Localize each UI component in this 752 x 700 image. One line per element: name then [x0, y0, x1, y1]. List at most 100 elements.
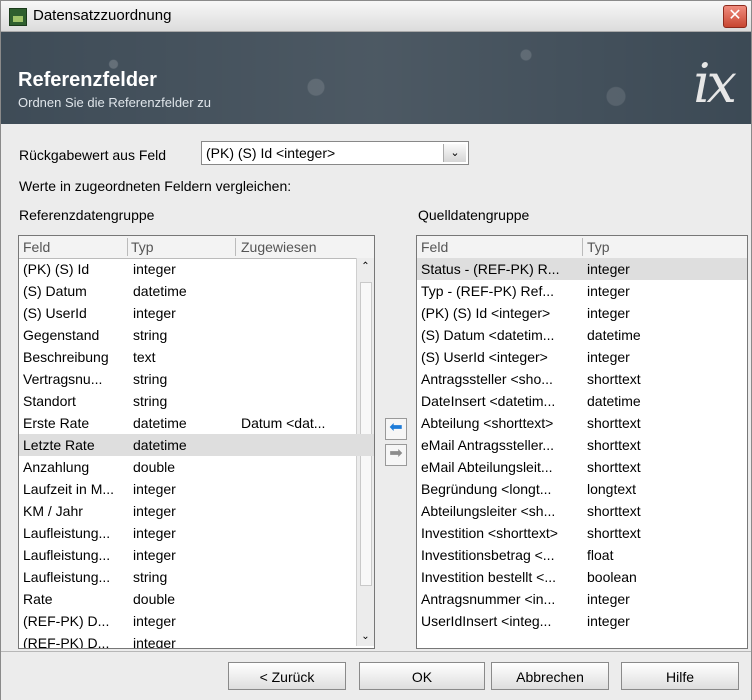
type-cell: float [587, 547, 614, 563]
help-button[interactable]: Hilfe [621, 662, 739, 690]
table-row[interactable]: Letzte Rate datetime [19, 434, 374, 456]
reference-field-list[interactable]: Feld Typ Zugewiesen ⌃ ⌄ (PK) (S) Id integ… [18, 235, 375, 649]
type-cell: datetime [133, 283, 187, 299]
type-cell: shorttext [587, 459, 641, 475]
table-row[interactable]: Status - (REF-PK) R... integer [417, 258, 747, 280]
table-row[interactable]: eMail Abteilungsleit... shorttext [417, 456, 747, 478]
type-cell: integer [133, 503, 176, 519]
table-row[interactable]: Laufleistung... string [19, 566, 374, 588]
type-cell: string [133, 371, 168, 387]
table-row[interactable]: Abteilungsleiter <sh... shorttext [417, 500, 747, 522]
field-cell: Beschreibung [23, 349, 109, 365]
cancel-button[interactable]: Abbrechen [491, 662, 609, 690]
table-row[interactable]: Vertragsnu... string [19, 368, 374, 390]
field-cell: Letzte Rate [23, 437, 95, 453]
table-row[interactable]: Investitionsbetrag <... float [417, 544, 747, 566]
table-row[interactable]: (REF-PK) D... integer [19, 610, 374, 632]
table-row[interactable]: KM / Jahr integer [19, 500, 374, 522]
field-cell: (REF-PK) D... [23, 635, 110, 649]
table-row[interactable]: Beschreibung text [19, 346, 374, 368]
field-cell: KM / Jahr [23, 503, 83, 519]
table-row[interactable]: Investition <shorttext> shorttext [417, 522, 747, 544]
table-row[interactable]: (PK) (S) Id <integer> integer [417, 302, 747, 324]
source-group-label: Quelldatengruppe [418, 207, 530, 223]
table-row[interactable]: eMail Antragssteller... shorttext [417, 434, 747, 456]
field-cell: Investitionsbetrag <... [421, 547, 555, 563]
field-cell: Laufleistung... [23, 569, 111, 585]
type-cell: shorttext [587, 371, 641, 387]
field-cell: (S) Datum <datetim... [421, 327, 555, 343]
column-type[interactable]: Typ [131, 238, 236, 256]
type-cell: shorttext [587, 415, 641, 431]
application-icon [9, 8, 27, 26]
left-arrow-icon[interactable]: ⬅ [385, 418, 407, 440]
type-cell: integer [133, 613, 176, 629]
type-cell: integer [133, 547, 176, 563]
right-arrow-icon[interactable]: ➡ [385, 444, 407, 466]
table-row[interactable]: Gegenstand string [19, 324, 374, 346]
table-row[interactable]: (PK) (S) Id integer [19, 258, 374, 280]
type-cell: integer [133, 635, 176, 649]
type-cell: double [133, 591, 176, 607]
field-cell: DateInsert <datetim... [421, 393, 556, 409]
type-cell: datetime [133, 437, 187, 453]
column-assigned[interactable]: Zugewiesen [241, 238, 353, 256]
field-cell: Erste Rate [23, 415, 90, 431]
reference-group-label: Referenzdatengruppe [19, 207, 155, 223]
type-cell: integer [587, 305, 630, 321]
table-row[interactable]: Laufzeit in M... integer [19, 478, 374, 500]
field-cell: Investition <shorttext> [421, 525, 558, 541]
field-cell: Anzahlung [23, 459, 90, 475]
type-cell: integer [587, 613, 630, 629]
table-row[interactable]: Typ - (REF-PK) Ref... integer [417, 280, 747, 302]
table-row[interactable]: (S) UserId integer [19, 302, 374, 324]
type-cell: integer [587, 283, 630, 299]
table-row[interactable]: (S) Datum datetime [19, 280, 374, 302]
table-row[interactable]: UserIdInsert <integ... integer [417, 610, 747, 632]
field-cell: Antragssteller <sho... [421, 371, 553, 387]
type-cell: string [133, 327, 168, 343]
field-cell: Abteilungsleiter <sh... [421, 503, 556, 519]
field-cell: Standort [23, 393, 76, 409]
field-cell: Rate [23, 591, 53, 607]
window-title: Datensatzzuordnung [33, 7, 172, 24]
field-cell: Antragsnummer <in... [421, 591, 556, 607]
table-row[interactable]: Laufleistung... integer [19, 544, 374, 566]
type-cell: datetime [587, 327, 641, 343]
back-button[interactable]: < Zurück [228, 662, 346, 690]
table-row[interactable]: Laufleistung... integer [19, 522, 374, 544]
column-field[interactable]: Feld [23, 238, 128, 256]
table-row[interactable]: Antragssteller <sho... shorttext [417, 368, 747, 390]
table-row[interactable]: (S) Datum <datetim... datetime [417, 324, 747, 346]
column-field[interactable]: Feld [421, 238, 583, 256]
table-row[interactable]: (REF-PK) D... integer [19, 632, 374, 649]
table-row[interactable]: Rate double [19, 588, 374, 610]
table-row[interactable]: Antragsnummer <in... integer [417, 588, 747, 610]
field-cell: Status - (REF-PK) R... [421, 261, 560, 277]
column-type[interactable]: Typ [587, 238, 744, 256]
ix-logo: ix [693, 52, 737, 115]
table-row[interactable]: Investition bestellt <... boolean [417, 566, 747, 588]
type-cell: integer [133, 305, 176, 321]
field-cell: (S) UserId [23, 305, 87, 321]
source-field-list[interactable]: Feld Typ Status - (REF-PK) R... integer Ty… [416, 235, 748, 649]
table-row[interactable]: Standort string [19, 390, 374, 412]
table-row[interactable]: DateInsert <datetim... datetime [417, 390, 747, 412]
close-button[interactable]: ✕ [723, 5, 747, 28]
ok-button[interactable]: OK [359, 662, 485, 690]
field-cell: (PK) (S) Id <integer> [421, 305, 551, 321]
table-row[interactable]: (S) UserId <integer> integer [417, 346, 747, 368]
field-cell: (PK) (S) Id [23, 261, 90, 277]
chevron-down-icon[interactable]: ⌄ [443, 144, 466, 162]
return-field-value: (PK) (S) Id <integer> [206, 145, 336, 161]
type-cell: integer [133, 525, 176, 541]
table-row[interactable]: Abteilung <shorttext> shorttext [417, 412, 747, 434]
type-cell: shorttext [587, 437, 641, 453]
field-cell: Vertragsnu... [23, 371, 103, 387]
table-row[interactable]: Begründung <longt... longtext [417, 478, 747, 500]
return-field-select[interactable]: (PK) (S) Id <integer> ⌄ [201, 141, 469, 165]
type-cell: integer [587, 349, 630, 365]
type-cell: shorttext [587, 503, 641, 519]
table-row[interactable]: Anzahlung double [19, 456, 374, 478]
table-row[interactable]: Erste Rate datetime Datum <dat... [19, 412, 374, 434]
